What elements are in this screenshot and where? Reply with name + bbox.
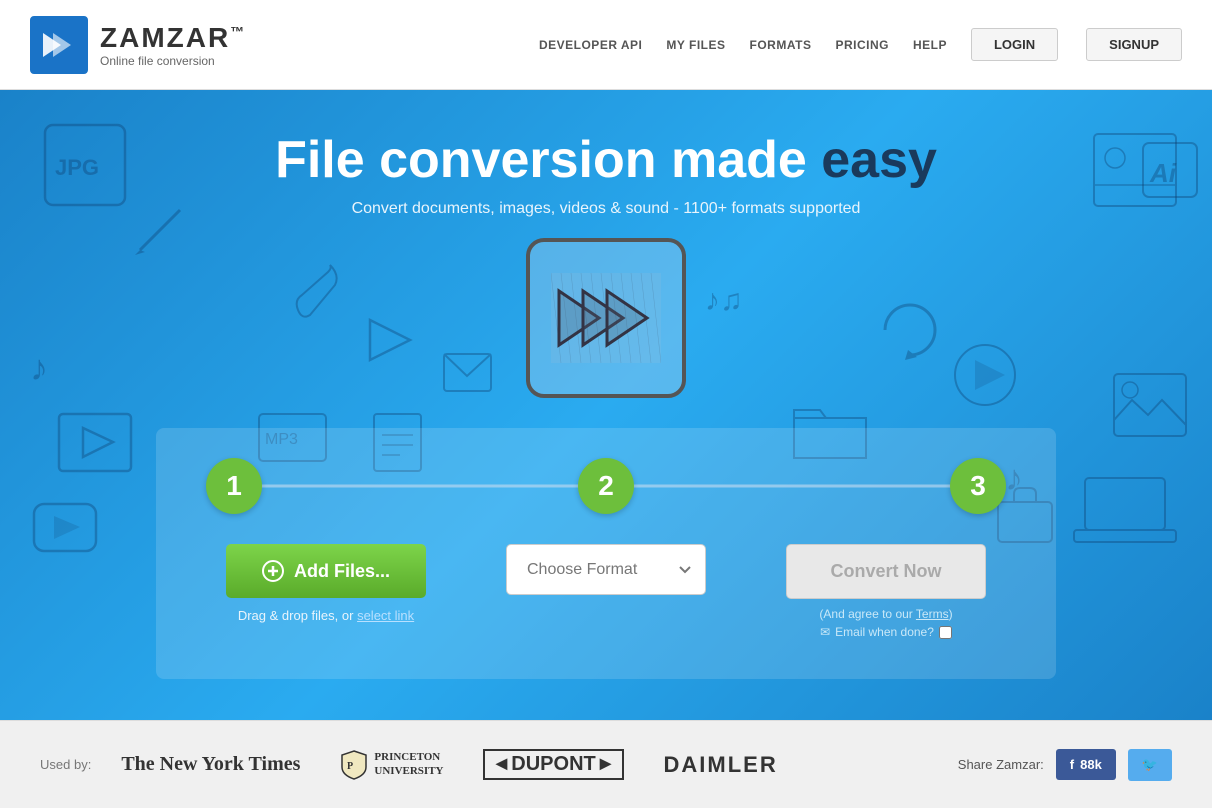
partner-princeton: P PRINCETONUNIVERSITY (340, 749, 443, 781)
nav-formats[interactable]: FORMATS (750, 38, 812, 52)
hero-subtitle: Convert documents, images, videos & soun… (352, 200, 861, 218)
partner-logos: The New York Times P PRINCETONUNIVERSITY… (121, 749, 957, 781)
step-2-action: Choose Format MP4 MP3 PDF JPG PNG (486, 544, 726, 595)
partner-nyt: The New York Times (121, 753, 300, 776)
twitter-icon: 🐦 (1142, 757, 1158, 772)
hero-center-animation (526, 238, 686, 398)
facebook-share-button[interactable]: f 88k (1056, 749, 1116, 780)
logo-text: ZAMZAR™ Online file conversion (100, 22, 246, 68)
logo-subtitle: Online file conversion (100, 54, 246, 68)
twitter-share-button[interactable]: 🐦 (1128, 749, 1172, 781)
select-link[interactable]: select link (357, 608, 414, 623)
hero-section: JPG ♪ MP3 (0, 90, 1212, 720)
used-by-label: Used by: (40, 757, 91, 772)
step-3-circle: 3 (950, 458, 1006, 514)
choose-format-select[interactable]: Choose Format MP4 MP3 PDF JPG PNG (506, 544, 706, 595)
share-area: Share Zamzar: f 88k 🐦 (958, 749, 1172, 781)
step-1-action: Add Files... Drag & drop files, or selec… (206, 544, 446, 623)
steps-track: 1 2 3 (206, 458, 1006, 514)
terms-text: (And agree to our Terms) (819, 607, 952, 621)
facebook-count: 88k (1080, 757, 1102, 772)
signup-button[interactable]: SIGNUP (1086, 28, 1182, 61)
steps-container: 1 2 3 Add Files... Drag & drop files, or (156, 428, 1056, 679)
nav: DEVELOPER API MY FILES FORMATS PRICING H… (539, 28, 1182, 61)
convert-now-button[interactable]: Convert Now (786, 544, 986, 599)
princeton-shield: P (340, 749, 368, 781)
upload-icon (262, 560, 284, 582)
partner-dupont: ◄DUPONT► (483, 749, 623, 780)
step-3-action: Convert Now (And agree to our Terms) ✉ E… (766, 544, 1006, 639)
login-button[interactable]: LOGIN (971, 28, 1058, 61)
nav-developer-api[interactable]: DEVELOPER API (539, 38, 642, 52)
nav-help[interactable]: HELP (913, 38, 947, 52)
hero-title: File conversion made easy (275, 130, 937, 190)
nav-pricing[interactable]: PRICING (835, 38, 889, 52)
svg-text:JPG: JPG (55, 155, 99, 180)
logo-name: ZAMZAR™ (100, 22, 246, 54)
svg-text:♪: ♪ (30, 347, 48, 388)
email-when-done: ✉ Email when done? (820, 625, 952, 639)
step-1-circle: 1 (206, 458, 262, 514)
terms-link[interactable]: Terms (916, 607, 949, 621)
add-files-button[interactable]: Add Files... (226, 544, 426, 598)
email-checkbox[interactable] (939, 626, 952, 639)
footer-bar: Used by: The New York Times P PRINCETONU… (0, 720, 1212, 808)
nav-my-files[interactable]: MY FILES (666, 38, 725, 52)
drag-drop-text: Drag & drop files, or select link (238, 608, 414, 623)
partner-daimler: DAIMLER (664, 752, 778, 778)
email-icon: ✉ (820, 625, 830, 639)
steps-actions: Add Files... Drag & drop files, or selec… (206, 544, 1006, 639)
header: ZAMZAR™ Online file conversion DEVELOPER… (0, 0, 1212, 90)
logo-area: ZAMZAR™ Online file conversion (30, 16, 246, 74)
step-2-circle: 2 (578, 458, 634, 514)
svg-text:Ai: Ai (1149, 158, 1177, 188)
svg-text:P: P (347, 761, 353, 772)
share-label: Share Zamzar: (958, 757, 1044, 772)
svg-text:♪♫: ♪♫ (705, 284, 743, 317)
facebook-icon: f (1070, 757, 1074, 772)
logo-icon (30, 16, 88, 74)
